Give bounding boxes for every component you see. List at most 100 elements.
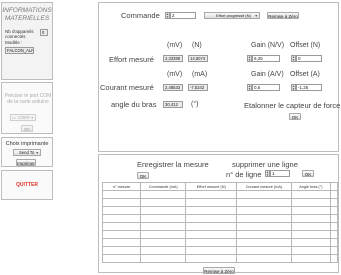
- com-port-select[interactable]: ▭ COM7 ▼: [10, 114, 36, 121]
- table-cell[interactable]: [140, 198, 187, 207]
- table-row[interactable]: [101, 198, 338, 207]
- table-cell[interactable]: [236, 198, 292, 207]
- effort-n-unit: (N): [192, 42, 202, 49]
- table-cell[interactable]: [236, 214, 292, 223]
- offset-a-label: Offset (A): [290, 71, 320, 78]
- table-scroll-cell: [330, 254, 338, 263]
- measurements-table[interactable]: n° mesure Commande (mA) Effort mesuré (N…: [101, 182, 338, 263]
- com-port-icon: ▭: [12, 115, 16, 120]
- table-cell[interactable]: [140, 214, 187, 223]
- quit-button[interactable]: QUITTER: [12, 181, 42, 189]
- chevron-down-icon: ▼: [35, 151, 39, 155]
- table-scroll-cell: [330, 214, 338, 223]
- table-cell[interactable]: [140, 222, 187, 231]
- table-cell[interactable]: [236, 222, 292, 231]
- table-cell[interactable]: [140, 206, 187, 215]
- table-cell[interactable]: [101, 190, 142, 199]
- table-cell[interactable]: [236, 246, 292, 255]
- gain-n-value[interactable]: 6,25: [252, 55, 280, 62]
- quit-panel: QUITTER: [1, 170, 53, 200]
- table-cell[interactable]: [236, 238, 292, 247]
- table-cell[interactable]: [101, 230, 142, 239]
- table-cell[interactable]: [290, 238, 332, 247]
- delete-line-label: supprimer une ligne: [232, 160, 298, 169]
- save-measure-label: Enregistrer la mesure: [137, 160, 209, 169]
- table-cell[interactable]: [236, 190, 292, 199]
- table-cell[interactable]: [290, 222, 332, 231]
- com-port-value: COM7: [18, 115, 31, 120]
- courant-mv-unit: (mV): [167, 71, 183, 78]
- table-cell[interactable]: [140, 190, 187, 199]
- table-row[interactable]: [101, 190, 338, 199]
- table-scroll-column: [330, 182, 338, 191]
- save-measure-ok-button[interactable]: OK: [137, 172, 149, 179]
- table-cell[interactable]: [101, 214, 142, 223]
- table-cell[interactable]: [185, 238, 238, 247]
- offset-n-label: Offset (N): [290, 42, 321, 49]
- table-row[interactable]: [101, 206, 338, 215]
- table-cell[interactable]: [290, 206, 332, 215]
- gain-a-value[interactable]: 0,5: [252, 84, 280, 91]
- table-cell[interactable]: [236, 254, 292, 263]
- commande-label: Commande: [121, 11, 160, 20]
- column-header: Effort mesuré (N): [185, 182, 238, 191]
- table-cell[interactable]: [185, 206, 238, 215]
- table-cell[interactable]: [236, 206, 292, 215]
- calibrate-ok-button[interactable]: OK: [289, 113, 301, 120]
- spin-down-icon: ▼: [292, 57, 295, 62]
- table-cell[interactable]: [140, 254, 187, 263]
- table-scroll-cell: [330, 206, 338, 215]
- table-row[interactable]: [101, 238, 338, 247]
- table-cell[interactable]: [290, 190, 332, 199]
- table-cell[interactable]: [185, 190, 238, 199]
- table-cell[interactable]: [140, 246, 187, 255]
- table-cell[interactable]: [101, 254, 142, 263]
- commande-value[interactable]: 2: [170, 12, 196, 19]
- table-cell[interactable]: [140, 230, 187, 239]
- table-cell[interactable]: [290, 230, 332, 239]
- offset-n-value[interactable]: 0: [296, 55, 322, 62]
- table-cell[interactable]: [185, 230, 238, 239]
- table-row[interactable]: [101, 254, 338, 263]
- table-cell[interactable]: [290, 254, 332, 263]
- table-cell[interactable]: [185, 254, 238, 263]
- com-port-hint: Préciser le port COM de la carte arduino: [4, 93, 52, 105]
- com-port-ok-button[interactable]: OK: [21, 125, 33, 132]
- sidebar-title-line2: MATERIELLES: [4, 15, 50, 22]
- table-cell[interactable]: [101, 206, 142, 215]
- printer-panel: Choix imprimante Send To ▼ Imprimer: [1, 137, 53, 167]
- table-cell[interactable]: [185, 198, 238, 207]
- table-cell[interactable]: [140, 238, 187, 247]
- table-cell[interactable]: [101, 222, 142, 231]
- line-number-value[interactable]: 1: [270, 170, 290, 177]
- table-cell[interactable]: [290, 246, 332, 255]
- table-row[interactable]: [101, 246, 338, 255]
- table-cell[interactable]: [185, 222, 238, 231]
- table-row[interactable]: [101, 214, 338, 223]
- print-button[interactable]: Imprimer: [16, 159, 36, 166]
- delete-line-ok-button[interactable]: OK: [302, 170, 314, 177]
- table-cell[interactable]: [101, 198, 142, 207]
- courant-ma-unit: (mA): [192, 71, 208, 78]
- table-cell[interactable]: [290, 214, 332, 223]
- table-cell[interactable]: [101, 246, 142, 255]
- spin-down-icon: ▼: [248, 86, 251, 91]
- table-cell[interactable]: [236, 230, 292, 239]
- table-row[interactable]: [101, 230, 338, 239]
- reset-table-button[interactable]: Remise à Zéro: [203, 267, 235, 274]
- table-cell[interactable]: [185, 246, 238, 255]
- table-cell[interactable]: [290, 198, 332, 207]
- table-cell[interactable]: [185, 214, 238, 223]
- angle-unit: (°): [191, 101, 199, 108]
- effort-mode-select[interactable]: Effort progressif (N) ▼: [204, 12, 260, 19]
- table-row[interactable]: [101, 222, 338, 231]
- effort-mv-value: 2,33388: [163, 55, 183, 62]
- reset-command-button[interactable]: Remise à Zéro: [267, 12, 299, 19]
- table-cell[interactable]: [101, 238, 142, 247]
- column-header: n° mesure: [101, 182, 142, 191]
- table-scroll-cell: [330, 190, 338, 199]
- table-scroll-cell: [330, 230, 338, 239]
- printer-select[interactable]: Send To ▼: [13, 149, 41, 156]
- angle-label: angle du bras: [111, 100, 157, 109]
- offset-a-value[interactable]: -1,25: [296, 84, 322, 91]
